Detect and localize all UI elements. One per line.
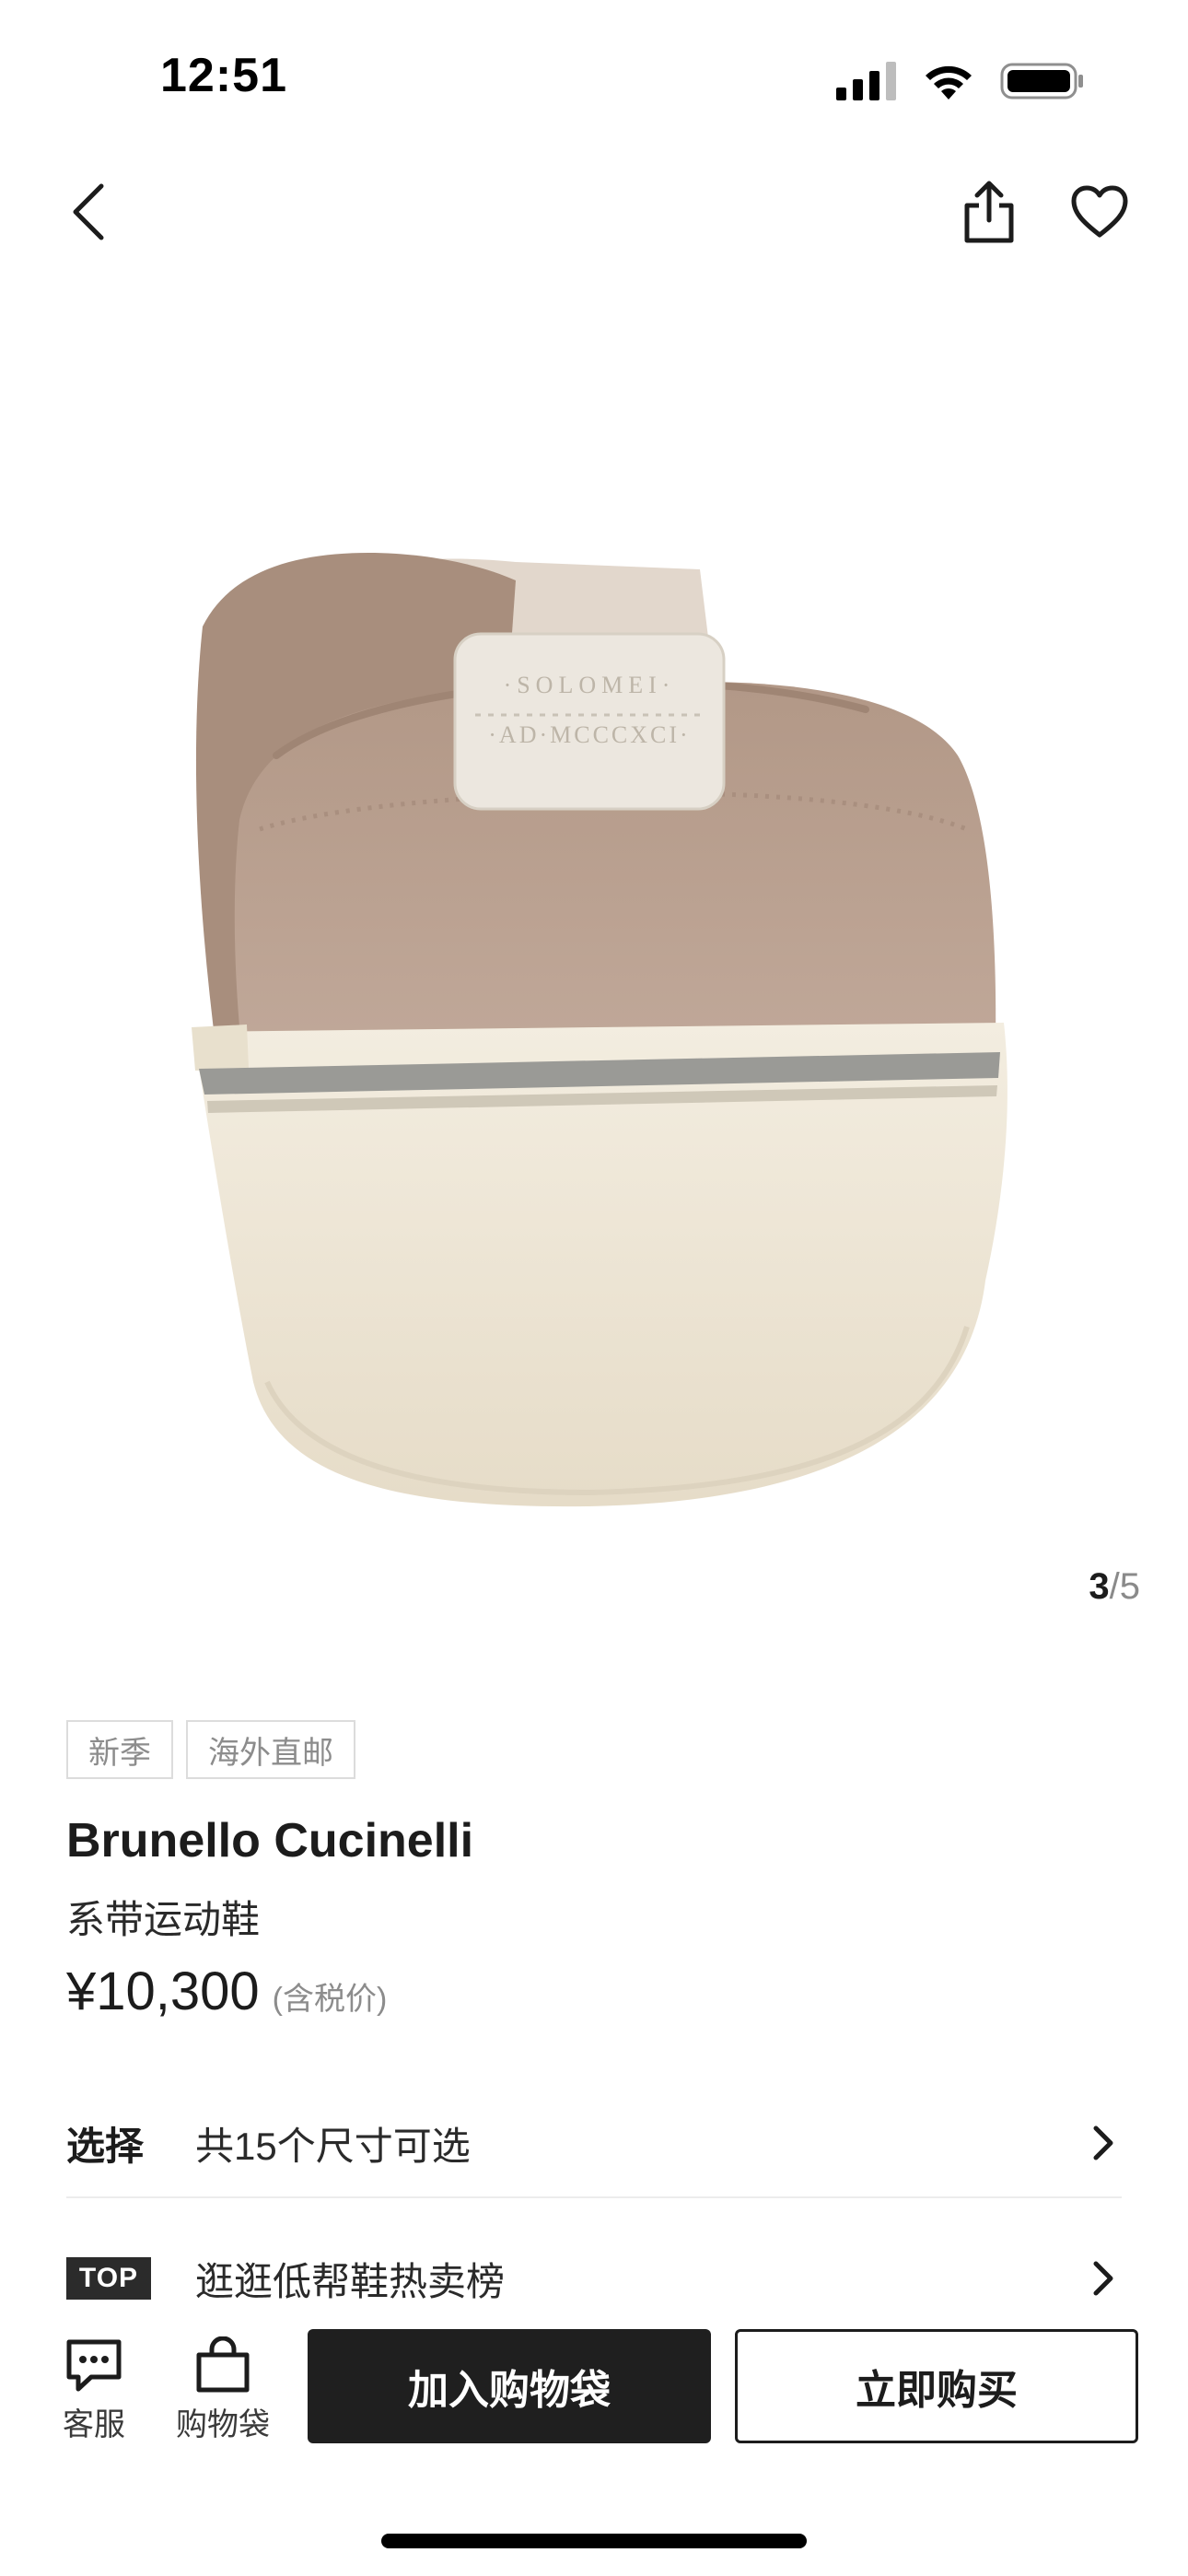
size-selector-text: 共15个尺寸可选: [195, 2124, 471, 2168]
shopping-bag-button[interactable]: 购物袋: [171, 2336, 274, 2444]
page-separator: /: [1109, 1566, 1120, 1607]
chevron-right-icon: [1085, 2260, 1122, 2297]
page-total: 5: [1119, 1566, 1140, 1607]
product-name: 系带运动鞋: [66, 1898, 261, 1941]
size-selector-label: 选择: [66, 2124, 145, 2168]
favorite-button[interactable]: [1054, 166, 1146, 258]
price-note: (含税价): [272, 1982, 388, 2017]
home-indicator: [381, 2534, 807, 2548]
nav-bar: [0, 166, 1188, 258]
back-button[interactable]: [42, 166, 134, 258]
buy-now-button[interactable]: 立即购买: [735, 2329, 1138, 2443]
status-icons: [836, 61, 1085, 101]
tag-overseas-direct: 海外直邮: [186, 1720, 355, 1779]
back-icon: [73, 183, 104, 240]
heart-icon: [1071, 185, 1128, 238]
wifi-icon: [926, 65, 972, 100]
image-page-indicator: 3/5: [1089, 1566, 1140, 1608]
top-badge: TOP: [66, 2257, 151, 2300]
heel-tab-line1: ·SOLOMEI·: [504, 672, 676, 698]
size-selector-row[interactable]: 选择 共15个尺寸可选: [66, 2090, 1122, 2198]
chevron-right-icon: [1085, 2125, 1122, 2161]
customer-service-label: 客服: [63, 2407, 125, 2442]
bottom-action-bar: 客服 购物袋 加入购物袋 立即购买: [0, 2322, 1188, 2460]
product-brand[interactable]: Brunello Cucinelli: [66, 1813, 473, 1868]
shoe-illustration: ·SOLOMEI· ·AD·MCCCXCI·: [192, 553, 1007, 1507]
battery-icon: [1000, 63, 1083, 100]
ranking-row[interactable]: TOP 逛逛低帮鞋热卖榜: [66, 2224, 1122, 2333]
price-row: ¥10,300 (含税价): [66, 1961, 387, 2022]
signal-icon: [836, 62, 896, 100]
product-tags: 新季 海外直邮: [66, 1720, 355, 1779]
status-bar: 12:51: [0, 0, 1188, 157]
heel-tab-line2: ·AD·MCCCXCI·: [488, 721, 690, 748]
product-image[interactable]: ·SOLOMEI· ·AD·MCCCXCI·: [0, 276, 1188, 1566]
ranking-text: 逛逛低帮鞋热卖榜: [195, 2259, 506, 2303]
shopping-bag-icon: [196, 2336, 250, 2393]
shopping-bag-label: 购物袋: [176, 2407, 270, 2442]
product-price: ¥10,300: [66, 1961, 260, 2021]
tag-new-season: 新季: [66, 1720, 173, 1779]
customer-service-button[interactable]: 客服: [57, 2336, 131, 2444]
chat-bubble-icon: [66, 2339, 122, 2392]
add-to-bag-button[interactable]: 加入购物袋: [308, 2329, 711, 2443]
share-button[interactable]: [943, 166, 1035, 258]
status-time: 12:51: [160, 49, 287, 102]
page-current: 3: [1089, 1566, 1110, 1607]
share-icon: [964, 181, 1014, 243]
